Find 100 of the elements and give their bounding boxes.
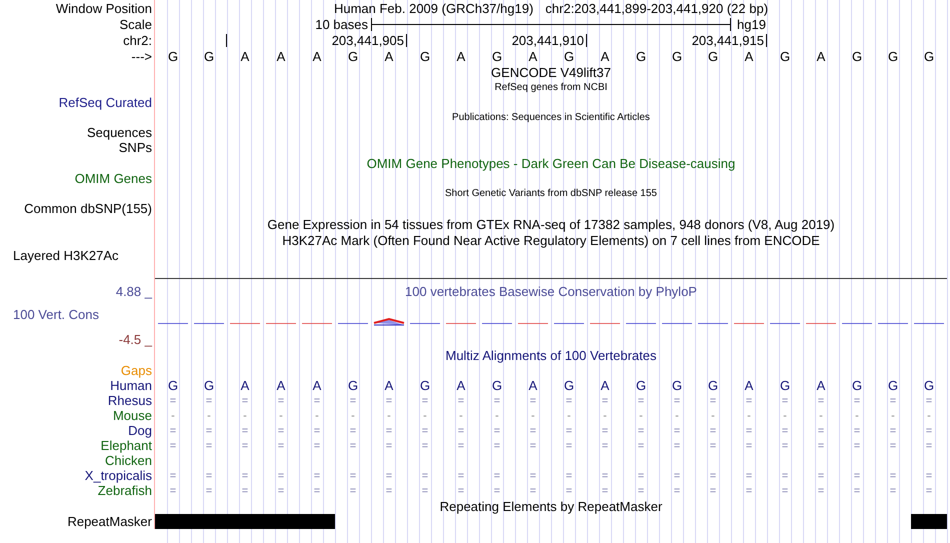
alignment-symbol: = [350,470,356,482]
track-title: OMIM Gene Phenotypes - Dark Green Can Be Disease-causing [366,156,736,170]
base-letter: G [564,378,574,393]
alignment-symbol: = [494,440,500,452]
alignment-symbol: = [170,470,176,482]
alignment-symbol: - [495,410,499,422]
base-letter: A [744,49,754,64]
coordinate-label: 203,441,910 [512,33,584,48]
base-letter: G [492,378,502,393]
alignment-symbol: = [926,484,932,496]
alignment-symbol: = [170,484,176,496]
track-label: -4.5 _ [118,332,152,347]
base-letter: G [924,378,934,393]
base-letter: G [636,378,646,393]
track-label: Mouse [112,408,152,423]
alignment-symbol: = [602,424,608,436]
alignment-symbol: = [278,424,284,436]
alignment-symbol: = [710,470,716,482]
alignment-symbol: = [674,424,680,436]
alignment-symbol: - [207,410,211,422]
track-label: Scale [119,16,152,32]
position-text: chr2:203,441,899-203,441,920 (22 bp) [545,0,768,16]
alignment-symbol: = [746,470,752,482]
alignment-symbol: - [855,410,859,422]
alignment-symbol: = [782,484,788,496]
alignment-symbol: = [350,394,356,406]
base-letter: G [672,378,682,393]
base-letter: G [492,49,502,64]
alignment-symbol: = [206,394,212,406]
track-label: RefSeq Curated [58,95,152,110]
alignment-symbol: = [566,394,572,406]
alignment-symbol: = [746,484,752,496]
alignment-symbol: = [710,484,716,496]
track-label: Elephant [100,438,152,453]
base-letter: A [384,378,394,393]
base-letter: G [636,49,646,64]
alignment-symbol: - [423,410,427,422]
alignment-symbol: = [926,424,932,436]
alignment-symbol: = [314,440,320,452]
alignment-symbol: = [926,440,932,452]
alignment-symbol: = [530,394,536,406]
track-title: Repeating Elements by RepeatMasker [440,498,662,514]
alignment-symbol: = [494,424,500,436]
alignment-symbol: = [890,484,896,496]
alignment-symbol: = [854,484,860,496]
base-letter: A [312,49,322,64]
alignment-symbol: = [386,484,392,496]
assembly-title: Human Feb. 2009 (GRCh37/hg19) [334,0,534,16]
alignment-symbol: = [854,394,860,406]
alignment-symbol: = [494,484,500,496]
alignment-symbol: = [602,470,608,482]
alignment-symbol: = [278,394,284,406]
alignment-symbol: = [818,470,824,482]
alignment-symbol: = [422,440,428,452]
alignment-symbol: = [638,394,644,406]
base-letter: A [816,49,826,64]
alignment-symbol: = [386,440,392,452]
track-label: Dog [128,423,152,438]
alignment-symbol: = [422,424,428,436]
track-label: Window Position [56,0,152,16]
base-letter: G [420,49,430,64]
track-label: Common dbSNP(155) [24,201,152,216]
base-letter: A [276,378,286,393]
alignment-symbol: = [350,424,356,436]
alignment-symbol: = [242,424,248,436]
base-letter: A [816,378,826,393]
alignment-symbol: = [638,484,644,496]
alignment-symbol: = [854,424,860,436]
base-letter: G [708,378,718,393]
alignment-symbol: = [746,440,752,452]
track-label: Gaps [120,363,152,378]
alignment-symbol: - [315,410,319,422]
alignment-symbol: = [782,394,788,406]
alignment-symbol: - [567,410,571,422]
tick-mark [586,34,587,47]
alignment-symbol: = [782,470,788,482]
alignment-symbol: - [603,410,607,422]
alignment-symbol: = [602,440,608,452]
alignment-symbol: = [458,470,464,482]
alignment-symbol: = [494,394,500,406]
alignment-symbol: = [314,424,320,436]
base-letter: G [924,49,934,64]
track-label: SNPs [118,140,152,155]
alignment-symbol: = [242,440,248,452]
alignment-symbol: - [351,410,355,422]
coordinate-label: 203,441,905 [332,33,404,48]
base-letter: G [204,378,214,393]
track-label: OMIM Genes [74,171,152,186]
track-label: Rhesus [108,393,152,408]
alignment-symbol: = [638,470,644,482]
alignment-symbol: = [566,440,572,452]
track-label: X_tropicalis [84,468,152,483]
alignment-symbol: = [278,484,284,496]
track-title: Publications: Sequences in Scientific Articles [452,112,650,123]
base-letter: G [564,49,574,64]
alignment-symbol: = [530,440,536,452]
alignment-symbol: = [242,470,248,482]
alignment-symbol: = [458,440,464,452]
alignment-symbol: = [746,394,752,406]
alignment-symbol: = [206,440,212,452]
